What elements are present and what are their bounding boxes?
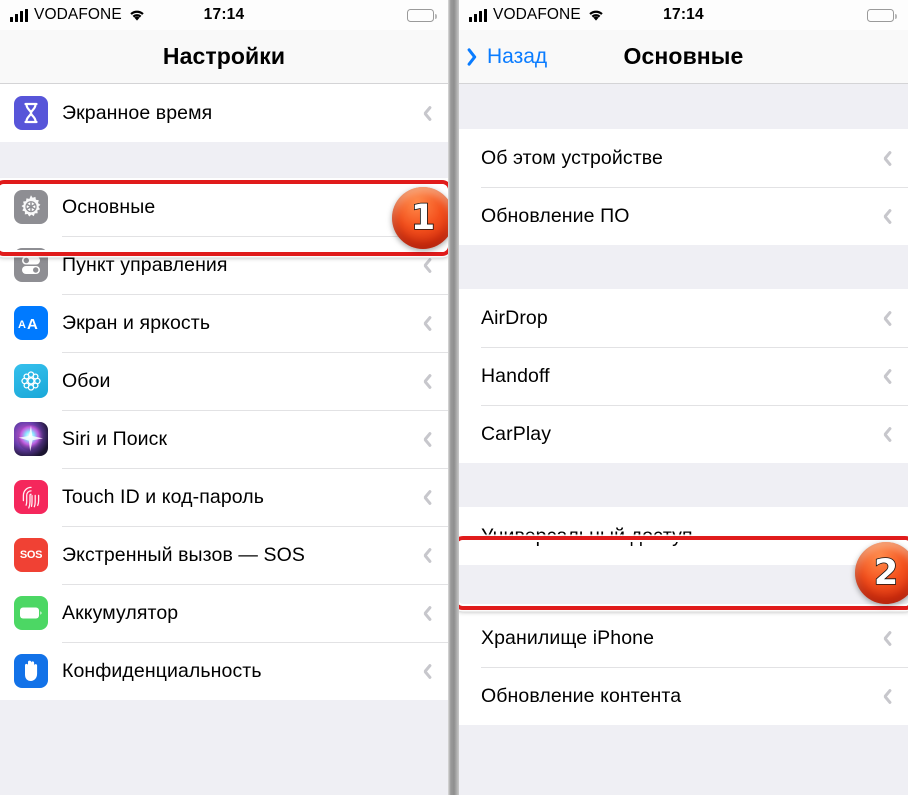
right-nav-bar: Назад Основные [459,30,908,84]
chevron-right-icon [881,425,892,444]
gear-icon [14,190,48,224]
battery-icon [407,8,437,22]
list-section-gap [0,142,448,178]
settings-row-label: Аккумулятор [62,601,179,624]
settings-row-label: Обновление контента [481,684,682,707]
status-bar-time: 17:14 [203,6,245,23]
chevron-right-icon [881,309,892,328]
list-section-gap [459,463,908,507]
settings-group-storage: Хранилище iPhone Обновление контента [459,609,908,725]
settings-row-label: Экранное время [62,101,213,124]
chevron-right-icon [421,604,432,623]
settings-group-main: Основные Пункт управления A A Экран и яр… [0,178,448,700]
sos-text: SOS [19,549,43,561]
settings-row-label: CarPlay [481,422,552,445]
left-status-bar: VODAFONE 17:14 [0,0,448,30]
chevron-right-icon [421,104,432,123]
chevron-right-icon [881,687,892,706]
settings-group-device: Об этом устройстве Обновление ПО [459,129,908,245]
chevron-right-icon [421,488,432,507]
settings-row-handoff[interactable]: Handoff [459,347,908,405]
left-settings-list[interactable]: Экранное время Основные Пункт управления… [0,84,448,795]
settings-row-accessibility[interactable]: Универсальный доступ [459,507,908,565]
settings-row-battery[interactable]: Аккумулятор [0,584,448,642]
settings-row-label: Конфиденциальность [62,659,262,682]
text-size-icon: A A [14,306,48,340]
status-bar-right [867,8,897,22]
sos-icon: SOS [14,538,48,572]
svg-text:A: A [27,316,38,332]
chevron-right-icon [421,372,432,391]
settings-row-label: Обои [62,369,111,392]
settings-row-iphone-storage[interactable]: Хранилище iPhone [459,609,908,667]
settings-row-privacy[interactable]: Конфиденциальность [0,642,448,700]
settings-row-label: Handoff [481,364,550,387]
svg-text:A: A [18,319,26,331]
page-title: Основные [623,43,744,69]
settings-row-control-center[interactable]: Пункт управления [0,236,448,294]
settings-row-label: Об этом устройстве [481,146,663,169]
hand-icon [14,654,48,688]
hourglass-icon [14,96,48,130]
right-settings-list[interactable]: Об этом устройстве Обновление ПО AirDrop… [459,84,908,795]
siri-icon [14,422,48,456]
chevron-left-icon [471,46,484,68]
status-bar-right [407,8,437,22]
settings-row-label: Touch ID и код-пароль [62,485,265,508]
settings-row-label: Пункт управления [62,253,228,276]
settings-row-label: Обновление ПО [481,204,630,227]
phone-divider [448,0,459,795]
back-button[interactable]: Назад [471,30,547,84]
list-section-gap [459,84,908,129]
chevron-right-icon [881,629,892,648]
page-title: Настройки [162,43,286,69]
left-nav-bar: Настройки [0,30,448,84]
settings-group-screentime: Экранное время [0,84,448,142]
settings-row-siri-search[interactable]: Siri и Поиск [0,410,448,468]
settings-group-connectivity: AirDrop Handoff CarPlay [459,289,908,463]
back-button-label: Назад [487,45,548,68]
settings-row-wallpaper[interactable]: Обои [0,352,448,410]
settings-row-general[interactable]: Основные [0,178,448,236]
chevron-right-icon [421,430,432,449]
step-badge-2: 2 [855,542,908,604]
settings-row-label: AirDrop [481,306,548,329]
chevron-right-icon [421,546,432,565]
battery-icon [867,8,897,22]
settings-row-display-brightness[interactable]: A A Экран и яркость [0,294,448,352]
settings-row-background-refresh[interactable]: Обновление контента [459,667,908,725]
step-badge-1: 1 [392,187,448,249]
dual-phone-screenshot: VODAFONE 17:14 Настройки Экранное время [0,0,908,795]
settings-row-emergency-sos[interactable]: SOS Экстренный вызов — SOS [0,526,448,584]
chevron-right-icon [421,662,432,681]
right-phone-screen: VODAFONE 17:14 Назад Основные Об этом ус… [459,0,908,795]
settings-row-software-update[interactable]: Обновление ПО [459,187,908,245]
flower-icon [14,364,48,398]
settings-row-label: Siri и Поиск [62,427,168,450]
fingerprint-icon [14,480,48,514]
toggles-icon [14,248,48,282]
settings-row-label: Экстренный вызов — SOS [62,543,306,566]
settings-group-accessibility: Универсальный доступ [459,507,908,565]
settings-row-carplay[interactable]: CarPlay [459,405,908,463]
settings-row-label: Основные [62,195,156,218]
settings-row-label: Универсальный доступ [481,524,693,547]
battery-icon [14,596,48,630]
settings-row-airdrop[interactable]: AirDrop [459,289,908,347]
chevron-right-icon [421,314,432,333]
settings-row-screen-time[interactable]: Экранное время [0,84,448,142]
list-section-gap [459,245,908,289]
chevron-right-icon [881,207,892,226]
list-section-gap [459,565,908,609]
settings-row-about[interactable]: Об этом устройстве [459,129,908,187]
settings-row-touch-id[interactable]: Touch ID и код-пароль [0,468,448,526]
chevron-right-icon [881,367,892,386]
left-phone-screen: VODAFONE 17:14 Настройки Экранное время [0,0,448,795]
settings-row-label: Хранилище iPhone [481,626,655,649]
status-bar-time: 17:14 [663,6,704,23]
chevron-right-icon [421,256,432,275]
chevron-right-icon [881,149,892,168]
settings-row-label: Экран и яркость [62,311,211,334]
right-status-bar: VODAFONE 17:14 [459,0,908,30]
